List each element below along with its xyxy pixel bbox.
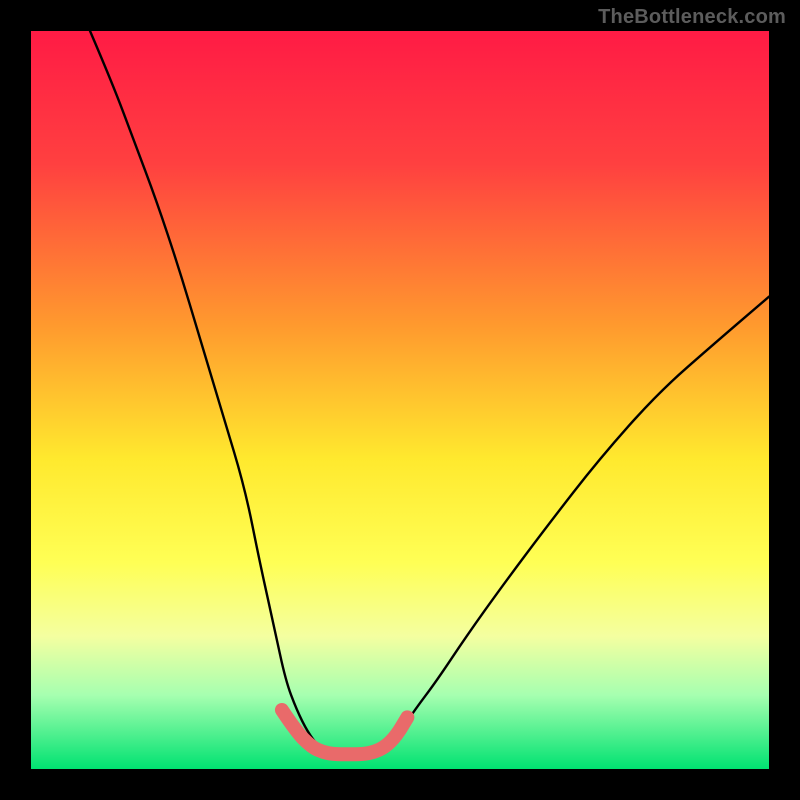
chart-svg	[31, 31, 769, 769]
outer-frame: TheBottleneck.com	[0, 0, 800, 800]
branding-watermark: TheBottleneck.com	[598, 6, 786, 29]
chart-plot-area	[31, 31, 769, 769]
chart-background	[31, 31, 769, 769]
